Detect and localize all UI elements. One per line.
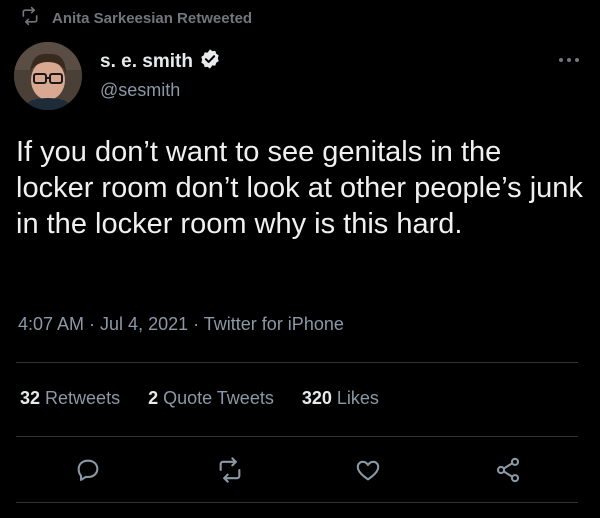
retweets-stat[interactable]: 32 Retweets [20,388,120,409]
tweet-date[interactable]: Jul 4, 2021 [100,314,188,334]
tweet-time[interactable]: 4:07 AM [18,314,84,334]
retweet-context-label: Anita Sarkeesian Retweeted [52,9,253,27]
display-name[interactable]: s. e. smith [100,51,193,73]
retweet-icon [20,6,40,30]
tweet-actions [0,446,600,496]
like-button[interactable] [352,456,384,488]
author-handle[interactable]: @sesmith [100,80,221,101]
reply-icon [74,456,102,489]
tweet-stats: 32 Retweets 2 Quote Tweets 320 Likes [20,388,379,409]
share-icon [494,456,522,489]
divider [16,362,578,363]
avatar[interactable] [14,42,82,110]
likes-stat[interactable]: 320 Likes [302,388,379,409]
tweet-meta: 4:07 AM · Jul 4, 2021 · Twitter for iPho… [18,314,344,335]
tweet-author: s. e. smith @sesmith [14,42,584,112]
divider [16,436,578,437]
more-icon [557,51,581,69]
reply-button[interactable] [72,456,104,488]
tweet-source[interactable]: Twitter for iPhone [204,314,344,334]
quote-tweets-stat[interactable]: 2 Quote Tweets [148,388,274,409]
retweet-button[interactable] [214,456,246,488]
verified-badge-icon [199,48,221,75]
share-button[interactable] [492,456,524,488]
author-names: s. e. smith @sesmith [100,48,221,101]
meta-separator: · [188,314,204,334]
divider [16,502,578,503]
more-options-button[interactable] [554,50,584,70]
meta-separator: · [84,314,101,334]
retweet-context[interactable]: Anita Sarkeesian Retweeted [20,6,252,30]
like-icon [354,456,382,489]
tweet-text: If you don’t want to see genitals in the… [16,136,583,240]
retweet-icon [216,456,244,489]
